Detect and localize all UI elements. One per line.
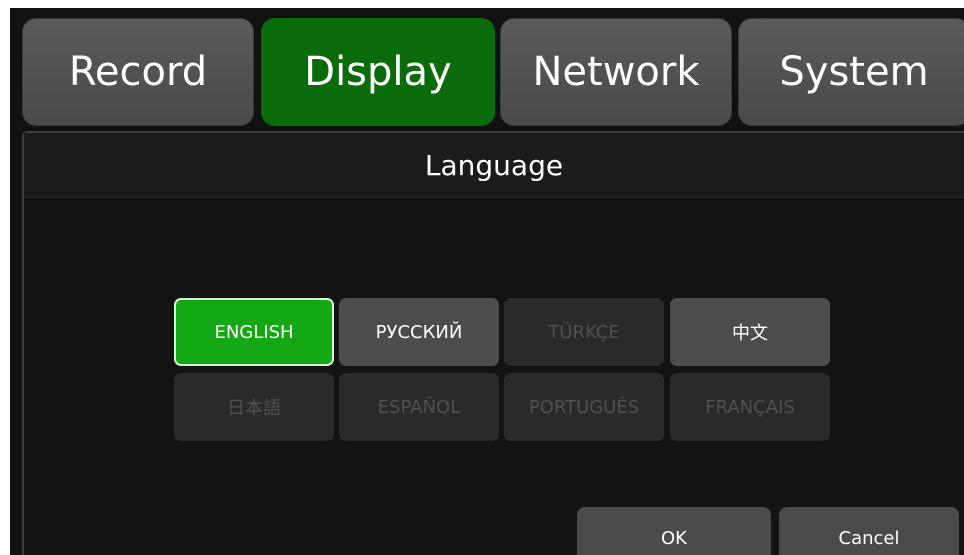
cancel-button[interactable]: Cancel: [779, 507, 959, 555]
tab-display[interactable]: Display: [261, 18, 495, 126]
tab-system[interactable]: System: [738, 18, 964, 126]
language-label: FRANÇAIS: [705, 396, 795, 418]
language-label: TÜRKÇE: [548, 321, 620, 343]
language-option-turkish: TÜRKÇE: [504, 298, 664, 366]
language-label: 日本語: [227, 398, 281, 419]
language-option-portuguese: PORTUGUÊS: [504, 373, 664, 441]
device-screen: Record Display Network System Language E…: [10, 8, 964, 555]
ok-button[interactable]: OK: [577, 507, 771, 555]
language-option-chinese[interactable]: 中文: [670, 298, 830, 366]
language-label: 中文: [732, 323, 768, 344]
language-label: ESPAÑOL: [377, 396, 461, 418]
tab-label: Display: [304, 49, 452, 95]
cancel-button-label: Cancel: [838, 527, 900, 549]
language-option-russian[interactable]: РУССКИЙ: [339, 298, 499, 366]
language-option-japanese: 日本語: [174, 373, 334, 441]
language-label: ENGLISH: [214, 321, 294, 343]
language-label: РУССКИЙ: [375, 321, 463, 343]
language-panel: Language ENGLISH РУССКИЙ TÜRKÇE 中文 日本語 E…: [22, 131, 964, 555]
language-option-english[interactable]: ENGLISH: [174, 298, 334, 366]
tab-label: Network: [532, 49, 700, 95]
tab-label: System: [779, 49, 929, 95]
tab-label: Record: [68, 49, 208, 95]
ok-button-label: OK: [661, 527, 687, 549]
panel-header: Language: [24, 133, 964, 198]
language-option-french: FRANÇAIS: [670, 373, 830, 441]
tab-network[interactable]: Network: [500, 18, 732, 126]
tab-record[interactable]: Record: [22, 18, 254, 126]
language-label: PORTUGUÊS: [528, 396, 640, 418]
language-option-spanish: ESPAÑOL: [339, 373, 499, 441]
panel-title: Language: [424, 148, 564, 182]
